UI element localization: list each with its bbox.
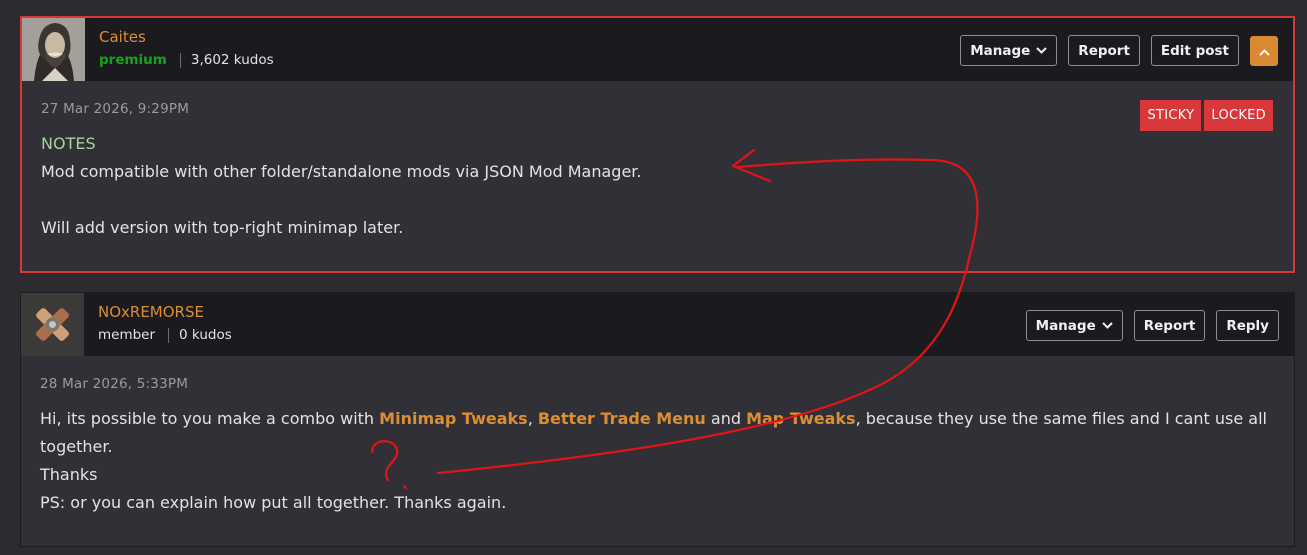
avatar[interactable] [21,293,84,356]
body-line: PS: or you can explain how put all toget… [40,493,507,512]
mod-link-map-tweaks[interactable]: Map Tweaks [746,409,856,428]
report-button[interactable]: Report [1068,35,1140,66]
chevron-down-icon [1036,47,1048,54]
post-header: Caites premium 3,602 kudos Manage Report… [22,18,1293,81]
post-content: Hi, its possible to you make a combo wit… [40,405,1275,517]
notes-heading: NOTES [41,134,96,153]
sticky-badge: STICKY [1140,100,1202,131]
author-meta: premium 3,602 kudos [99,52,274,68]
post-header: NOxREMORSE member 0 kudos Manage Report … [21,293,1294,356]
chevron-up-icon [1258,41,1270,60]
meta-divider [179,52,181,68]
post-date: 27 Mar 2026, 9:29PM [41,101,190,117]
manage-label: Manage [970,42,1031,59]
body-line: Thanks [40,465,98,484]
author-name[interactable]: Caites [99,28,146,46]
avatar[interactable] [22,18,85,81]
meta-divider [168,327,170,343]
sticky-post: Caites premium 3,602 kudos Manage Report… [20,16,1295,273]
reply-post: NOxREMORSE member 0 kudos Manage Report … [20,292,1295,547]
author-name[interactable]: NOxREMORSE [98,303,204,321]
post-body: 27 Mar 2026, 9:29PM STICKY LOCKED NOTES … [22,81,1293,242]
edit-post-button[interactable]: Edit post [1150,35,1239,66]
post-body: 28 Mar 2026, 5:33PM Hi, its possible to … [21,356,1294,517]
mod-link-better-trade-menu[interactable]: Better Trade Menu [538,409,706,428]
manage-button[interactable]: Manage [1025,310,1123,341]
locked-badge: LOCKED [1204,100,1273,131]
body-line: Mod compatible with other folder/standal… [41,162,642,181]
collapse-button[interactable] [1250,35,1278,66]
author-meta: member 0 kudos [98,327,232,343]
body-text: Hi, its possible to you make a combo wit… [40,409,380,428]
post-actions: Manage Report Reply [1025,310,1279,341]
role-label: member [98,327,156,343]
body-line: Will add version with top-right minimap … [41,218,404,237]
body-text: and [705,409,747,428]
kudos-count: 0 kudos [179,327,232,343]
body-text: , [527,409,538,428]
post-actions: Manage Report Edit post [960,35,1278,66]
manage-button[interactable]: Manage [960,35,1058,66]
post-content: NOTES Mod compatible with other folder/s… [41,130,1274,242]
report-button[interactable]: Report [1133,310,1206,341]
kudos-count: 3,602 kudos [190,52,274,68]
reply-button[interactable]: Reply [1216,310,1279,341]
role-label: premium [99,52,167,68]
mod-link-minimap-tweaks[interactable]: Minimap Tweaks [379,409,528,428]
post-date: 28 Mar 2026, 5:33PM [40,376,189,392]
post-badges: STICKY LOCKED [1140,100,1273,131]
chevron-down-icon [1102,322,1113,329]
manage-label: Manage [1035,317,1096,334]
body-paragraph: Hi, its possible to you make a combo wit… [40,405,1275,461]
